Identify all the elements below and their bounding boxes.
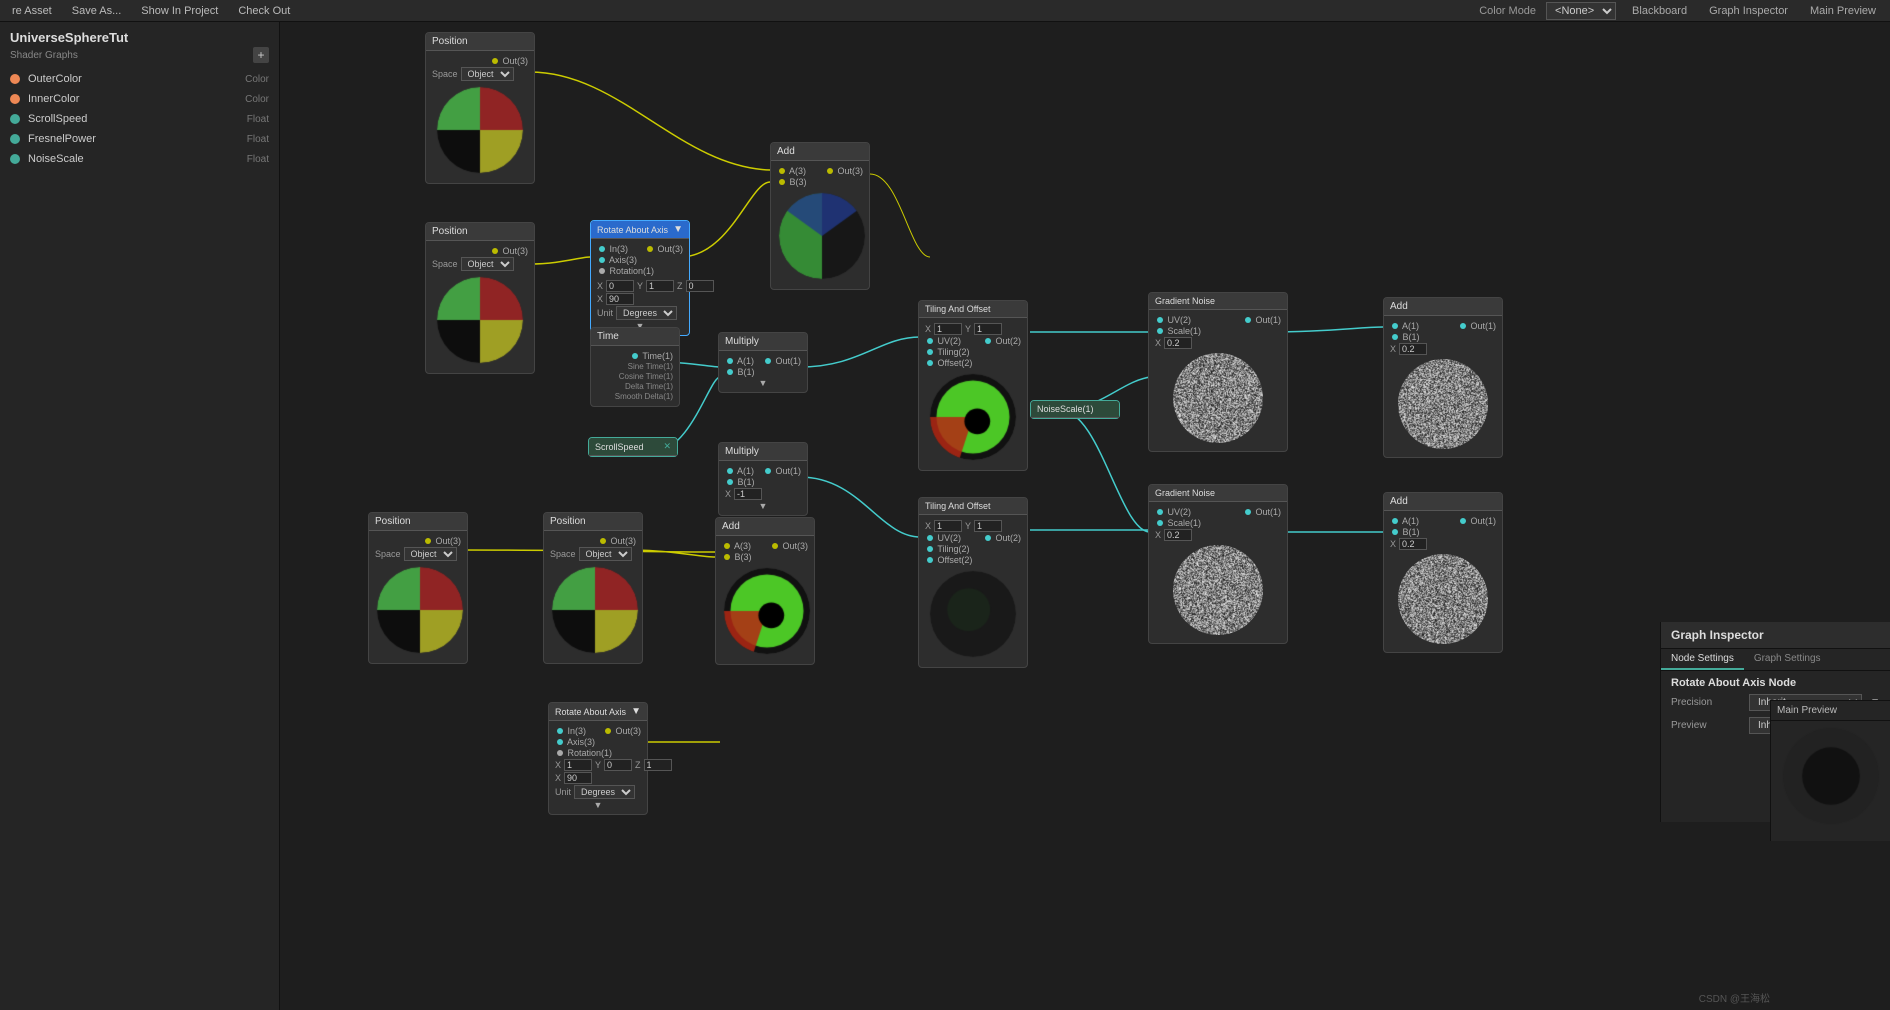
toolbar-tab-main-preview[interactable]: Main Preview (1804, 3, 1882, 19)
node-tiling1-header: Tiling And Offset (919, 301, 1027, 318)
inspector-title: Graph Inspector (1661, 622, 1890, 649)
property-noisescale[interactable]: NoiseScale Float (0, 149, 279, 169)
node-multiply2[interactable]: Multiply A(1) Out(1) B(1) X ▼ (718, 442, 808, 516)
node-position1[interactable]: Position Out(3) Space Object (425, 32, 535, 184)
inspector-tabs: Node Settings Graph Settings (1661, 649, 1890, 671)
node-scrollspeed-header: ScrollSpeed ✕ (589, 438, 677, 456)
toolbar-btn-checkout[interactable]: Check Out (234, 3, 294, 19)
property-innercolor-name: InnerColor (28, 93, 237, 105)
node-noisescale[interactable]: NoiseScale(1) (1030, 400, 1120, 419)
node-rotate2[interactable]: Rotate About Axis ▼ In(3) Out(3) Axis(3)… (548, 702, 648, 815)
node-rotate2-header: Rotate About Axis ▼ (549, 703, 647, 721)
property-outercolor-type: Color (245, 74, 269, 85)
node-rotate1[interactable]: Rotate About Axis ▼ In(3) Out(3) Axis(3)… (590, 220, 690, 336)
inspector-tab-graph-settings[interactable]: Graph Settings (1744, 649, 1831, 670)
node-add2-header: Add (716, 518, 814, 536)
sidebar-subtitle: Shader Graphs + (0, 47, 279, 69)
property-noisescale-dot (10, 154, 20, 164)
inspector-tab-node-settings[interactable]: Node Settings (1661, 649, 1744, 670)
toolbar: re Asset Save As... Show In Project Chec… (0, 0, 1890, 22)
node-position1-preview (435, 85, 525, 175)
node-add3[interactable]: Add A(1) Out(1) B(1) X (1383, 297, 1503, 458)
color-mode-select[interactable]: <None> (1546, 2, 1616, 20)
property-fresnelpower-dot (10, 134, 20, 144)
node-add4-preview (1398, 554, 1488, 644)
node-scrollspeed[interactable]: ScrollSpeed ✕ (588, 437, 678, 457)
property-scrollspeed[interactable]: ScrollSpeed Float (0, 109, 279, 129)
watermark: CSDN @王海松 (1699, 990, 1770, 1005)
inspector-node-title: Rotate About Axis Node (1661, 671, 1890, 691)
node-add2[interactable]: Add A(3) Out(3) B(3) (715, 517, 815, 665)
inspector-preview-label: Preview (1671, 720, 1741, 731)
node-tiling1[interactable]: Tiling And Offset X Y UV(2) Out(2) Tilin… (918, 300, 1028, 471)
property-outercolor-name: OuterColor (28, 73, 237, 85)
node-add4-header: Add (1384, 493, 1502, 511)
node-add3-preview (1398, 359, 1488, 449)
color-mode-label: Color Mode (1479, 5, 1536, 17)
property-noisescale-type: Float (247, 154, 269, 165)
sidebar-title: UniverseSphereTut (0, 22, 279, 47)
node-add1-header: Add (771, 143, 869, 161)
node-noise1[interactable]: Gradient Noise UV(2) Out(1) Scale(1) X (1148, 292, 1288, 452)
node-position1-header: Position (426, 33, 534, 51)
main-preview-title: Main Preview (1771, 701, 1890, 721)
node-tiling2-preview (928, 569, 1018, 659)
node-tiling1-preview (928, 372, 1018, 462)
property-outercolor-dot (10, 74, 20, 84)
property-scrollspeed-type: Float (247, 114, 269, 125)
node-time[interactable]: Time Time(1) Sine Time(1) Cosine Time(1)… (590, 327, 680, 407)
node-rotate1-header: Rotate About Axis ▼ (591, 221, 689, 239)
node-noise2-header: Gradient Noise (1149, 485, 1287, 502)
main-preview-panel: Main Preview (1770, 700, 1890, 841)
property-fresnelpower[interactable]: FresnelPower Float (0, 129, 279, 149)
canvas: Position Out(3) Space Object Position Ou… (0, 22, 1890, 1010)
node-position3-preview (375, 565, 465, 655)
node-noise2-preview (1173, 545, 1263, 635)
property-scrollspeed-dot (10, 114, 20, 124)
sidebar: UniverseSphereTut Shader Graphs + OuterC… (0, 22, 280, 1010)
node-noisescale-header: NoiseScale(1) (1031, 401, 1119, 418)
node-position2[interactable]: Position Out(3) Space Object (425, 222, 535, 374)
sidebar-add-button[interactable]: + (253, 47, 269, 63)
node-position3[interactable]: Position Out(3) Space Object (368, 512, 468, 664)
property-innercolor-type: Color (245, 94, 269, 105)
node-add2-preview (722, 566, 812, 656)
node-position2-preview (435, 275, 525, 365)
inspector-precision-label: Precision (1671, 697, 1741, 708)
node-position4-header: Position (544, 513, 642, 531)
toolbar-btn-saveas[interactable]: Save As... (68, 3, 126, 19)
node-add1[interactable]: Add A(3) Out(3) B(3) (770, 142, 870, 290)
node-noise1-preview (1173, 353, 1263, 443)
node-tiling2-header: Tiling And Offset (919, 498, 1027, 515)
node-position4-preview (550, 565, 640, 655)
node-add4[interactable]: Add A(1) Out(1) B(1) X (1383, 492, 1503, 653)
property-noisescale-name: NoiseScale (28, 153, 239, 165)
node-add3-header: Add (1384, 298, 1502, 316)
property-scrollspeed-name: ScrollSpeed (28, 113, 239, 125)
node-tiling2[interactable]: Tiling And Offset X Y UV(2) Out(2) Tilin… (918, 497, 1028, 668)
node-position3-header: Position (369, 513, 467, 531)
node-multiply1[interactable]: Multiply A(1) Out(1) B(1) ▼ (718, 332, 808, 393)
property-fresnelpower-type: Float (247, 134, 269, 145)
property-fresnelpower-name: FresnelPower (28, 133, 239, 145)
property-outercolor[interactable]: OuterColor Color (0, 69, 279, 89)
node-noise1-header: Gradient Noise (1149, 293, 1287, 310)
property-innercolor-dot (10, 94, 20, 104)
node-noise2[interactable]: Gradient Noise UV(2) Out(1) Scale(1) X (1148, 484, 1288, 644)
toolbar-btn-showinproject[interactable]: Show In Project (137, 3, 222, 19)
main-preview-canvas (1781, 726, 1881, 826)
node-add1-preview (777, 191, 867, 281)
property-innercolor[interactable]: InnerColor Color (0, 89, 279, 109)
node-position4[interactable]: Position Out(3) Space Object (543, 512, 643, 664)
node-time-header: Time (591, 328, 679, 346)
node-multiply1-header: Multiply (719, 333, 807, 351)
node-position2-header: Position (426, 223, 534, 241)
toolbar-btn-reasset[interactable]: re Asset (8, 3, 56, 19)
toolbar-tab-blackboard[interactable]: Blackboard (1626, 3, 1693, 19)
toolbar-tab-graph-inspector[interactable]: Graph Inspector (1703, 3, 1794, 19)
node-multiply2-header: Multiply (719, 443, 807, 461)
